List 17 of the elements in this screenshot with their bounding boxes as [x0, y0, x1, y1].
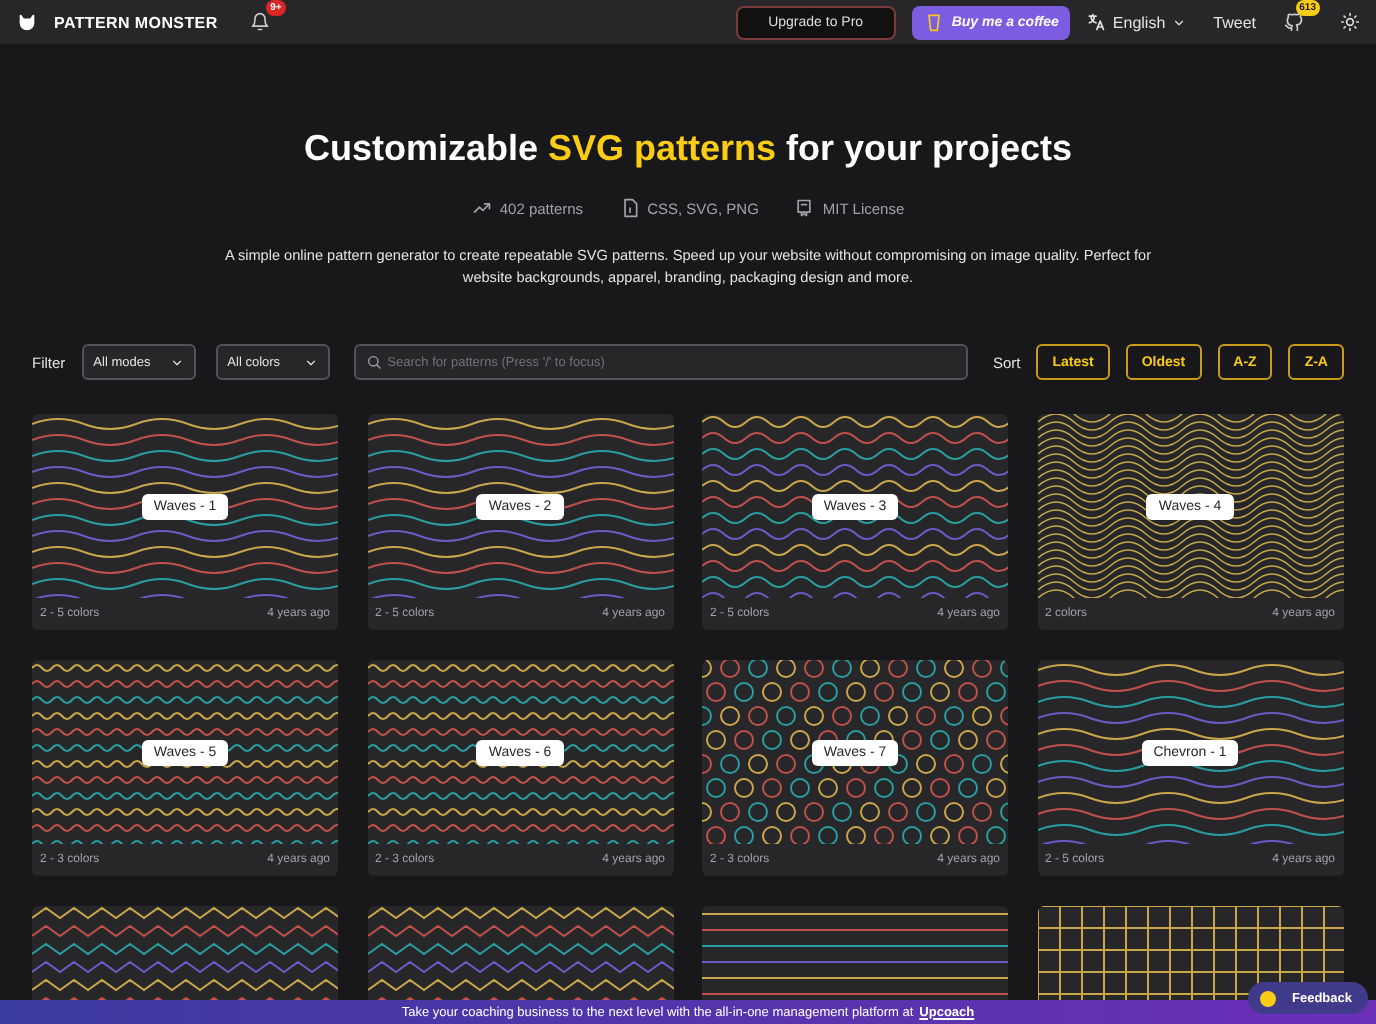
- chevron-down-icon: [1171, 15, 1186, 29]
- github-icon[interactable]: [1284, 12, 1304, 32]
- brand-name[interactable]: PATTERN MONSTER: [54, 13, 218, 31]
- sun-icon[interactable]: [1340, 12, 1360, 32]
- tweet-link[interactable]: Tweet: [1201, 13, 1268, 31]
- certificate-icon: [794, 198, 815, 218]
- translate-icon: [1086, 12, 1107, 32]
- chevron-down-icon: [169, 355, 184, 369]
- cup-icon: [923, 12, 944, 32]
- bell-icon[interactable]: [249, 12, 270, 32]
- trend-icon: [471, 198, 492, 218]
- file-icon: [619, 198, 640, 218]
- language-select[interactable]: English: [1086, 12, 1186, 32]
- chevron-down-icon: [303, 355, 318, 369]
- monster-logo-icon: [16, 11, 38, 33]
- page-title: Customizable SVG patterns for your projects: [303, 128, 1073, 170]
- search-icon: [365, 354, 382, 370]
